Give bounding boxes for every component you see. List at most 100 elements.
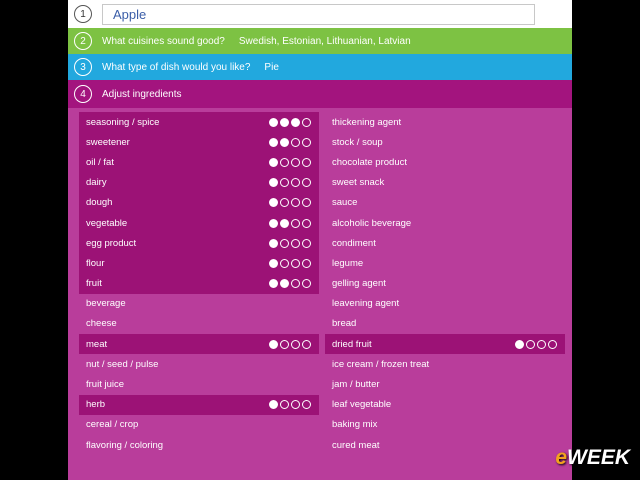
ingredient-item[interactable]: dried fruit bbox=[325, 334, 565, 355]
level-dot[interactable] bbox=[537, 339, 546, 349]
ingredient-level-dots[interactable] bbox=[269, 238, 311, 248]
step-4-row[interactable]: 4 Adjust ingredients bbox=[68, 80, 572, 108]
level-dot[interactable] bbox=[548, 339, 557, 349]
ingredient-item[interactable]: flour bbox=[79, 253, 319, 274]
ingredient-label: gelling agent bbox=[332, 278, 386, 290]
ingredient-level-dots[interactable] bbox=[269, 279, 311, 289]
level-dot[interactable] bbox=[269, 117, 278, 127]
ingredient-item[interactable]: meat bbox=[79, 334, 319, 355]
level-dot[interactable] bbox=[302, 157, 311, 167]
ingredient-level-dots[interactable] bbox=[269, 258, 311, 268]
level-dot[interactable] bbox=[280, 279, 289, 289]
ingredient-item[interactable]: egg product bbox=[79, 233, 319, 254]
ingredient-item[interactable]: fruit juice bbox=[79, 374, 319, 394]
ingredient-item[interactable]: cured meat bbox=[325, 435, 565, 455]
ingredient-level-dots[interactable] bbox=[269, 178, 311, 188]
level-dot[interactable] bbox=[280, 238, 289, 248]
level-dot[interactable] bbox=[302, 218, 311, 228]
ingredient-item[interactable]: oil / fat bbox=[79, 152, 319, 173]
level-dot[interactable] bbox=[291, 339, 300, 349]
level-dot[interactable] bbox=[280, 157, 289, 167]
level-dot[interactable] bbox=[302, 117, 311, 127]
ingredient-item[interactable]: sauce bbox=[325, 193, 565, 213]
ingredient-item[interactable]: stock / soup bbox=[325, 132, 565, 152]
level-dot[interactable] bbox=[291, 178, 300, 188]
ingredient-item[interactable]: herb bbox=[79, 394, 319, 415]
ingredient-item[interactable]: seasoning / spice bbox=[79, 112, 319, 133]
level-dot[interactable] bbox=[291, 137, 300, 147]
level-dot[interactable] bbox=[291, 279, 300, 289]
level-dot[interactable] bbox=[291, 258, 300, 268]
ingredient-item[interactable]: dough bbox=[79, 192, 319, 213]
ingredient-level-dots[interactable] bbox=[269, 137, 311, 147]
ingredient-item[interactable]: leaf vegetable bbox=[325, 395, 565, 415]
level-dot[interactable] bbox=[291, 117, 300, 127]
level-dot[interactable] bbox=[280, 258, 289, 268]
ingredient-item[interactable]: baking mix bbox=[325, 415, 565, 435]
level-dot[interactable] bbox=[269, 157, 278, 167]
level-dot[interactable] bbox=[280, 117, 289, 127]
level-dot[interactable] bbox=[269, 238, 278, 248]
ingredient-item[interactable]: fruit bbox=[79, 273, 319, 294]
ingredient-item[interactable]: legume bbox=[325, 253, 565, 273]
level-dot[interactable] bbox=[291, 198, 300, 208]
level-dot[interactable] bbox=[302, 178, 311, 188]
level-dot[interactable] bbox=[280, 218, 289, 228]
ingredient-item[interactable]: cereal / crop bbox=[79, 415, 319, 435]
ingredient-item[interactable]: alcoholic beverage bbox=[325, 213, 565, 233]
level-dot[interactable] bbox=[302, 400, 311, 410]
level-dot[interactable] bbox=[280, 178, 289, 188]
level-dot[interactable] bbox=[302, 198, 311, 208]
level-dot[interactable] bbox=[269, 279, 278, 289]
ingredient-item[interactable]: chocolate product bbox=[325, 152, 565, 172]
ingredient-item[interactable]: bread bbox=[325, 314, 565, 334]
ingredient-item[interactable]: gelling agent bbox=[325, 274, 565, 294]
level-dot[interactable] bbox=[302, 258, 311, 268]
level-dot[interactable] bbox=[269, 218, 278, 228]
ingredient-level-dots[interactable] bbox=[269, 400, 311, 410]
ingredient-level-dots[interactable] bbox=[269, 157, 311, 167]
ingredient-item[interactable]: leavening agent bbox=[325, 294, 565, 314]
level-dot[interactable] bbox=[269, 178, 278, 188]
level-dot[interactable] bbox=[269, 258, 278, 268]
ingredient-item[interactable]: beverage bbox=[79, 294, 319, 314]
level-dot[interactable] bbox=[302, 339, 311, 349]
ingredient-item[interactable]: vegetable bbox=[79, 212, 319, 234]
level-dot[interactable] bbox=[291, 238, 300, 248]
level-dot[interactable] bbox=[515, 339, 524, 349]
level-dot[interactable] bbox=[280, 400, 289, 410]
ingredient-item[interactable]: cheese bbox=[79, 314, 319, 334]
step-2-row[interactable]: 2 What cuisines sound good? Swedish, Est… bbox=[68, 28, 572, 54]
ingredient-level-dots[interactable] bbox=[269, 218, 311, 228]
step-3-row[interactable]: 3 What type of dish would you like? Pie bbox=[68, 54, 572, 80]
level-dot[interactable] bbox=[280, 198, 289, 208]
level-dot[interactable] bbox=[291, 218, 300, 228]
level-dot[interactable] bbox=[269, 137, 278, 147]
ingredient-item[interactable]: dairy bbox=[79, 172, 319, 193]
ingredient-item[interactable]: thickening agent bbox=[325, 112, 565, 132]
ingredient-input[interactable]: Apple bbox=[102, 3, 535, 25]
ingredient-item[interactable]: condiment bbox=[325, 233, 565, 253]
ingredient-level-dots[interactable] bbox=[269, 339, 311, 349]
level-dot[interactable] bbox=[291, 157, 300, 167]
ingredient-item[interactable]: nut / seed / pulse bbox=[79, 354, 319, 374]
level-dot[interactable] bbox=[269, 198, 278, 208]
ingredient-item[interactable]: sweet snack bbox=[325, 173, 565, 193]
level-dot[interactable] bbox=[302, 238, 311, 248]
level-dot[interactable] bbox=[269, 400, 278, 410]
ingredient-level-dots[interactable] bbox=[269, 198, 311, 208]
ingredient-item[interactable]: ice cream / frozen treat bbox=[325, 354, 565, 374]
ingredient-item[interactable]: sweetener bbox=[79, 132, 319, 153]
level-dot[interactable] bbox=[302, 279, 311, 289]
ingredient-level-dots[interactable] bbox=[515, 339, 557, 349]
level-dot[interactable] bbox=[526, 339, 535, 349]
level-dot[interactable] bbox=[280, 137, 289, 147]
level-dot[interactable] bbox=[280, 339, 289, 349]
level-dot[interactable] bbox=[302, 137, 311, 147]
ingredient-level-dots[interactable] bbox=[269, 117, 311, 127]
ingredient-item[interactable]: flavoring / coloring bbox=[79, 435, 319, 455]
level-dot[interactable] bbox=[291, 400, 300, 410]
ingredient-item[interactable]: jam / butter bbox=[325, 374, 565, 394]
ingredient-label: chocolate product bbox=[332, 156, 407, 168]
level-dot[interactable] bbox=[269, 339, 278, 349]
